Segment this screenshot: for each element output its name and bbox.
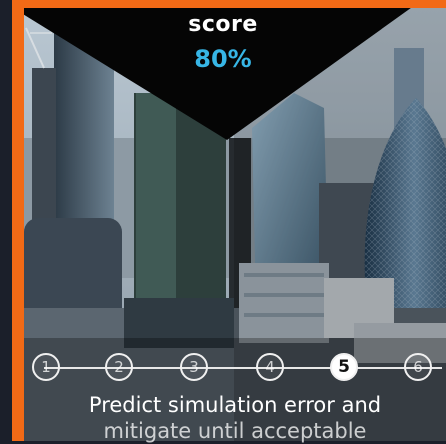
frame-border-top <box>12 0 446 8</box>
frame-border-left <box>12 0 24 441</box>
step-1[interactable]: 1 <box>32 353 60 381</box>
step-2[interactable]: 2 <box>105 353 133 381</box>
step-6[interactable]: 6 <box>404 353 432 381</box>
step-3[interactable]: 3 <box>180 353 208 381</box>
step-timeline: 1 2 3 4 5 6 <box>24 352 446 384</box>
caption-line-2: mitigate until acceptable <box>103 419 367 443</box>
video-frame: score 80% 1 2 3 4 5 6 Predict simulation… <box>0 0 446 444</box>
step-4[interactable]: 4 <box>256 353 284 381</box>
step-5-active[interactable]: 5 <box>330 353 358 381</box>
timeline-track <box>44 367 442 369</box>
caption-line-1: Predict simulation error and <box>88 393 382 417</box>
caption: Predict simulation error and mitigate un… <box>24 392 446 444</box>
